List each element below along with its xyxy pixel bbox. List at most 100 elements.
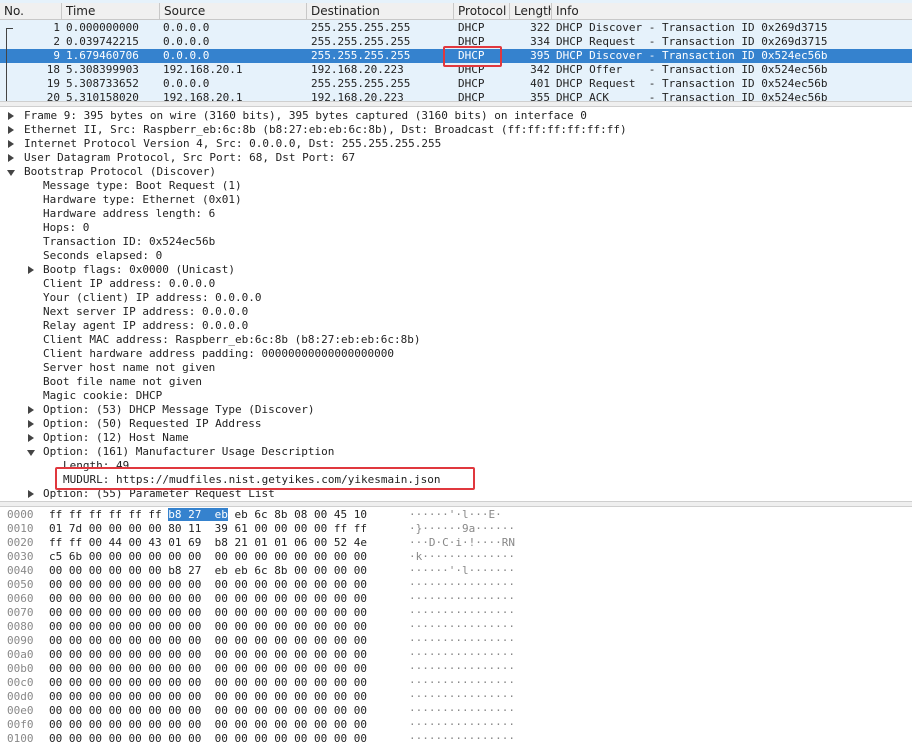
hex-byte[interactable]: 00 xyxy=(109,620,122,633)
hex-byte[interactable]: 00 xyxy=(129,676,142,689)
hex-byte[interactable]: 6b xyxy=(69,550,82,563)
hex-byte[interactable]: 00 xyxy=(188,578,201,591)
hex-byte[interactable]: 00 xyxy=(334,578,347,591)
hex-byte[interactable]: 00 xyxy=(254,606,267,619)
collapsed-arrow-icon[interactable] xyxy=(27,431,35,445)
hex-byte[interactable]: 00 xyxy=(334,732,347,745)
hex-byte[interactable]: 00 xyxy=(148,648,161,661)
hex-byte[interactable]: 00 xyxy=(215,634,228,647)
hex-byte[interactable]: 00 xyxy=(354,606,367,619)
hex-byte[interactable]: 00 xyxy=(254,620,267,633)
hex-byte[interactable]: 00 xyxy=(254,662,267,675)
hex-byte[interactable]: 27 xyxy=(188,508,202,521)
byte-hex-row[interactable]: 00 00 00 00 00 00 b8 27 eb eb 6c 8b 00 0… xyxy=(49,564,367,578)
column-header-time[interactable]: Time xyxy=(62,3,160,19)
tree-item[interactable]: Hops: 0 xyxy=(43,221,89,235)
hex-byte[interactable]: 00 xyxy=(109,606,122,619)
tree-item[interactable]: User Datagram Protocol, Src Port: 68, Ds… xyxy=(24,151,355,165)
hex-byte[interactable]: 00 xyxy=(89,732,102,745)
hex-byte[interactable]: 00 xyxy=(148,620,161,633)
byte-ascii-row[interactable]: ················ xyxy=(409,732,515,746)
hex-byte[interactable]: 00 xyxy=(334,662,347,675)
hex-byte[interactable]: 69 xyxy=(188,536,201,549)
hex-byte[interactable]: 00 xyxy=(168,718,181,731)
tree-item[interactable]: Hardware address length: 6 xyxy=(43,207,215,221)
hex-byte[interactable]: 00 xyxy=(215,550,228,563)
hex-byte[interactable]: 00 xyxy=(89,550,102,563)
hex-byte[interactable]: 00 xyxy=(49,564,62,577)
hex-byte[interactable]: 00 xyxy=(49,676,62,689)
tree-item[interactable]: Next server IP address: 0.0.0.0 xyxy=(43,305,248,319)
column-header-source[interactable]: Source xyxy=(160,3,307,19)
hex-byte[interactable]: 00 xyxy=(274,606,287,619)
hex-byte[interactable]: ff xyxy=(334,522,347,535)
hex-byte[interactable]: 00 xyxy=(129,522,142,535)
hex-byte[interactable]: 00 xyxy=(354,718,367,731)
hex-byte[interactable]: 00 xyxy=(235,550,248,563)
hex-byte[interactable]: 00 xyxy=(168,606,181,619)
hex-byte[interactable]: 00 xyxy=(168,704,181,717)
hex-byte[interactable]: 00 xyxy=(188,690,201,703)
hex-byte[interactable]: 01 xyxy=(254,536,267,549)
hex-byte[interactable]: 00 xyxy=(89,578,102,591)
byte-hex-row[interactable]: 00 00 00 00 00 00 00 00 00 00 00 00 00 0… xyxy=(49,620,367,634)
tree-item[interactable]: Internet Protocol Version 4, Src: 0.0.0.… xyxy=(24,137,441,151)
hex-byte[interactable]: 44 xyxy=(109,536,122,549)
byte-hex-row[interactable]: 00 00 00 00 00 00 00 00 00 00 00 00 00 0… xyxy=(49,704,367,718)
hex-byte[interactable]: 00 xyxy=(168,732,181,745)
tree-item[interactable]: Bootstrap Protocol (Discover) xyxy=(24,165,216,179)
hex-byte[interactable]: 00 xyxy=(188,592,201,605)
hex-byte[interactable]: 08 xyxy=(294,508,307,521)
hex-byte[interactable]: 00 xyxy=(215,704,228,717)
hex-byte[interactable]: 00 xyxy=(274,522,287,535)
hex-byte[interactable]: 00 xyxy=(89,634,102,647)
hex-byte[interactable]: 00 xyxy=(254,676,267,689)
tree-item[interactable]: Frame 9: 395 bytes on wire (3160 bits), … xyxy=(24,109,587,123)
hex-byte[interactable]: ff xyxy=(69,508,82,521)
byte-ascii-row[interactable]: ·}······9a······ xyxy=(409,522,515,536)
hex-byte[interactable]: 00 xyxy=(89,676,102,689)
hex-byte[interactable]: ff xyxy=(49,508,62,521)
hex-byte[interactable]: eb xyxy=(215,564,228,577)
hex-byte[interactable]: 00 xyxy=(188,634,201,647)
hex-byte[interactable]: 00 xyxy=(109,564,122,577)
hex-byte[interactable]: 00 xyxy=(89,536,102,549)
hex-byte[interactable]: 00 xyxy=(334,592,347,605)
hex-byte[interactable]: 00 xyxy=(354,648,367,661)
tree-item[interactable]: Hardware type: Ethernet (0x01) xyxy=(43,193,242,207)
hex-byte[interactable]: 00 xyxy=(109,522,122,535)
hex-byte[interactable]: 00 xyxy=(294,592,307,605)
hex-byte[interactable]: 00 xyxy=(89,648,102,661)
hex-byte[interactable]: 00 xyxy=(168,676,181,689)
tree-item[interactable]: Option: (53) DHCP Message Type (Discover… xyxy=(43,403,315,417)
byte-hex-row[interactable]: 00 00 00 00 00 00 00 00 00 00 00 00 00 0… xyxy=(49,676,367,690)
hex-byte[interactable]: 00 xyxy=(89,704,102,717)
expanded-arrow-icon[interactable] xyxy=(7,165,15,179)
hex-byte[interactable]: 00 xyxy=(274,690,287,703)
hex-byte[interactable]: 00 xyxy=(168,662,181,675)
hex-byte[interactable]: 00 xyxy=(254,522,267,535)
hex-byte[interactable]: 00 xyxy=(235,648,248,661)
hex-byte[interactable]: 00 xyxy=(294,704,307,717)
hex-byte[interactable]: 00 xyxy=(215,606,228,619)
hex-byte[interactable]: b8 xyxy=(215,536,228,549)
hex-byte[interactable]: 00 xyxy=(235,690,248,703)
hex-byte[interactable]: 00 xyxy=(49,592,62,605)
tree-item[interactable]: Seconds elapsed: 0 xyxy=(43,249,162,263)
hex-byte[interactable]: 00 xyxy=(215,578,228,591)
hex-byte[interactable]: 00 xyxy=(274,676,287,689)
hex-byte[interactable]: 00 xyxy=(109,732,122,745)
byte-hex-row[interactable]: c5 6b 00 00 00 00 00 00 00 00 00 00 00 0… xyxy=(49,550,367,564)
byte-ascii-row[interactable]: ················ xyxy=(409,704,515,718)
hex-byte[interactable]: 00 xyxy=(129,634,142,647)
hex-byte[interactable]: 00 xyxy=(168,634,181,647)
hex-byte[interactable]: 00 xyxy=(314,606,327,619)
hex-byte[interactable]: 00 xyxy=(69,676,82,689)
hex-byte[interactable]: 00 xyxy=(168,550,181,563)
hex-byte[interactable]: 00 xyxy=(109,578,122,591)
byte-ascii-row[interactable]: ················ xyxy=(409,662,515,676)
hex-byte[interactable]: 27 xyxy=(188,564,201,577)
hex-byte[interactable]: 00 xyxy=(148,606,161,619)
hex-byte[interactable]: 00 xyxy=(89,564,102,577)
hex-byte[interactable]: 00 xyxy=(129,662,142,675)
